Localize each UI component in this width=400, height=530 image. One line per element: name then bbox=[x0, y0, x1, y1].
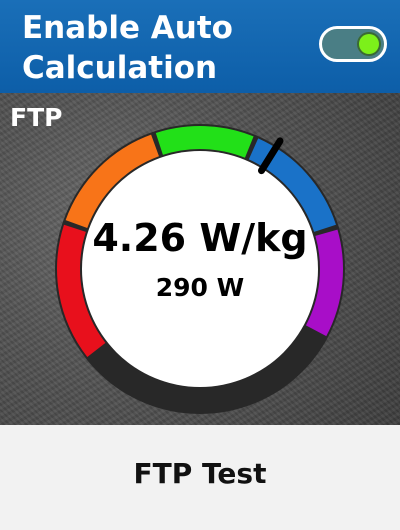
gauge-center-dial bbox=[82, 151, 318, 387]
ftp-gauge-panel: FTP 4.26 W/kg 290 W bbox=[0, 93, 400, 425]
header: Enable Auto Calculation bbox=[0, 0, 400, 93]
toggle-knob bbox=[359, 34, 379, 54]
ftp-test-label: FTP Test bbox=[133, 457, 267, 490]
ftp-watts-per-kg: 4.26 W/kg bbox=[92, 216, 308, 260]
ftp-test-button[interactable]: FTP Test bbox=[0, 425, 400, 530]
auto-calculation-title: Enable Auto Calculation bbox=[22, 10, 233, 86]
auto-calculation-toggle[interactable] bbox=[319, 26, 387, 62]
ftp-watts: 290 W bbox=[155, 273, 245, 302]
screen: Enable Auto Calculation FTP 4.26 W/kg 29… bbox=[0, 0, 400, 530]
